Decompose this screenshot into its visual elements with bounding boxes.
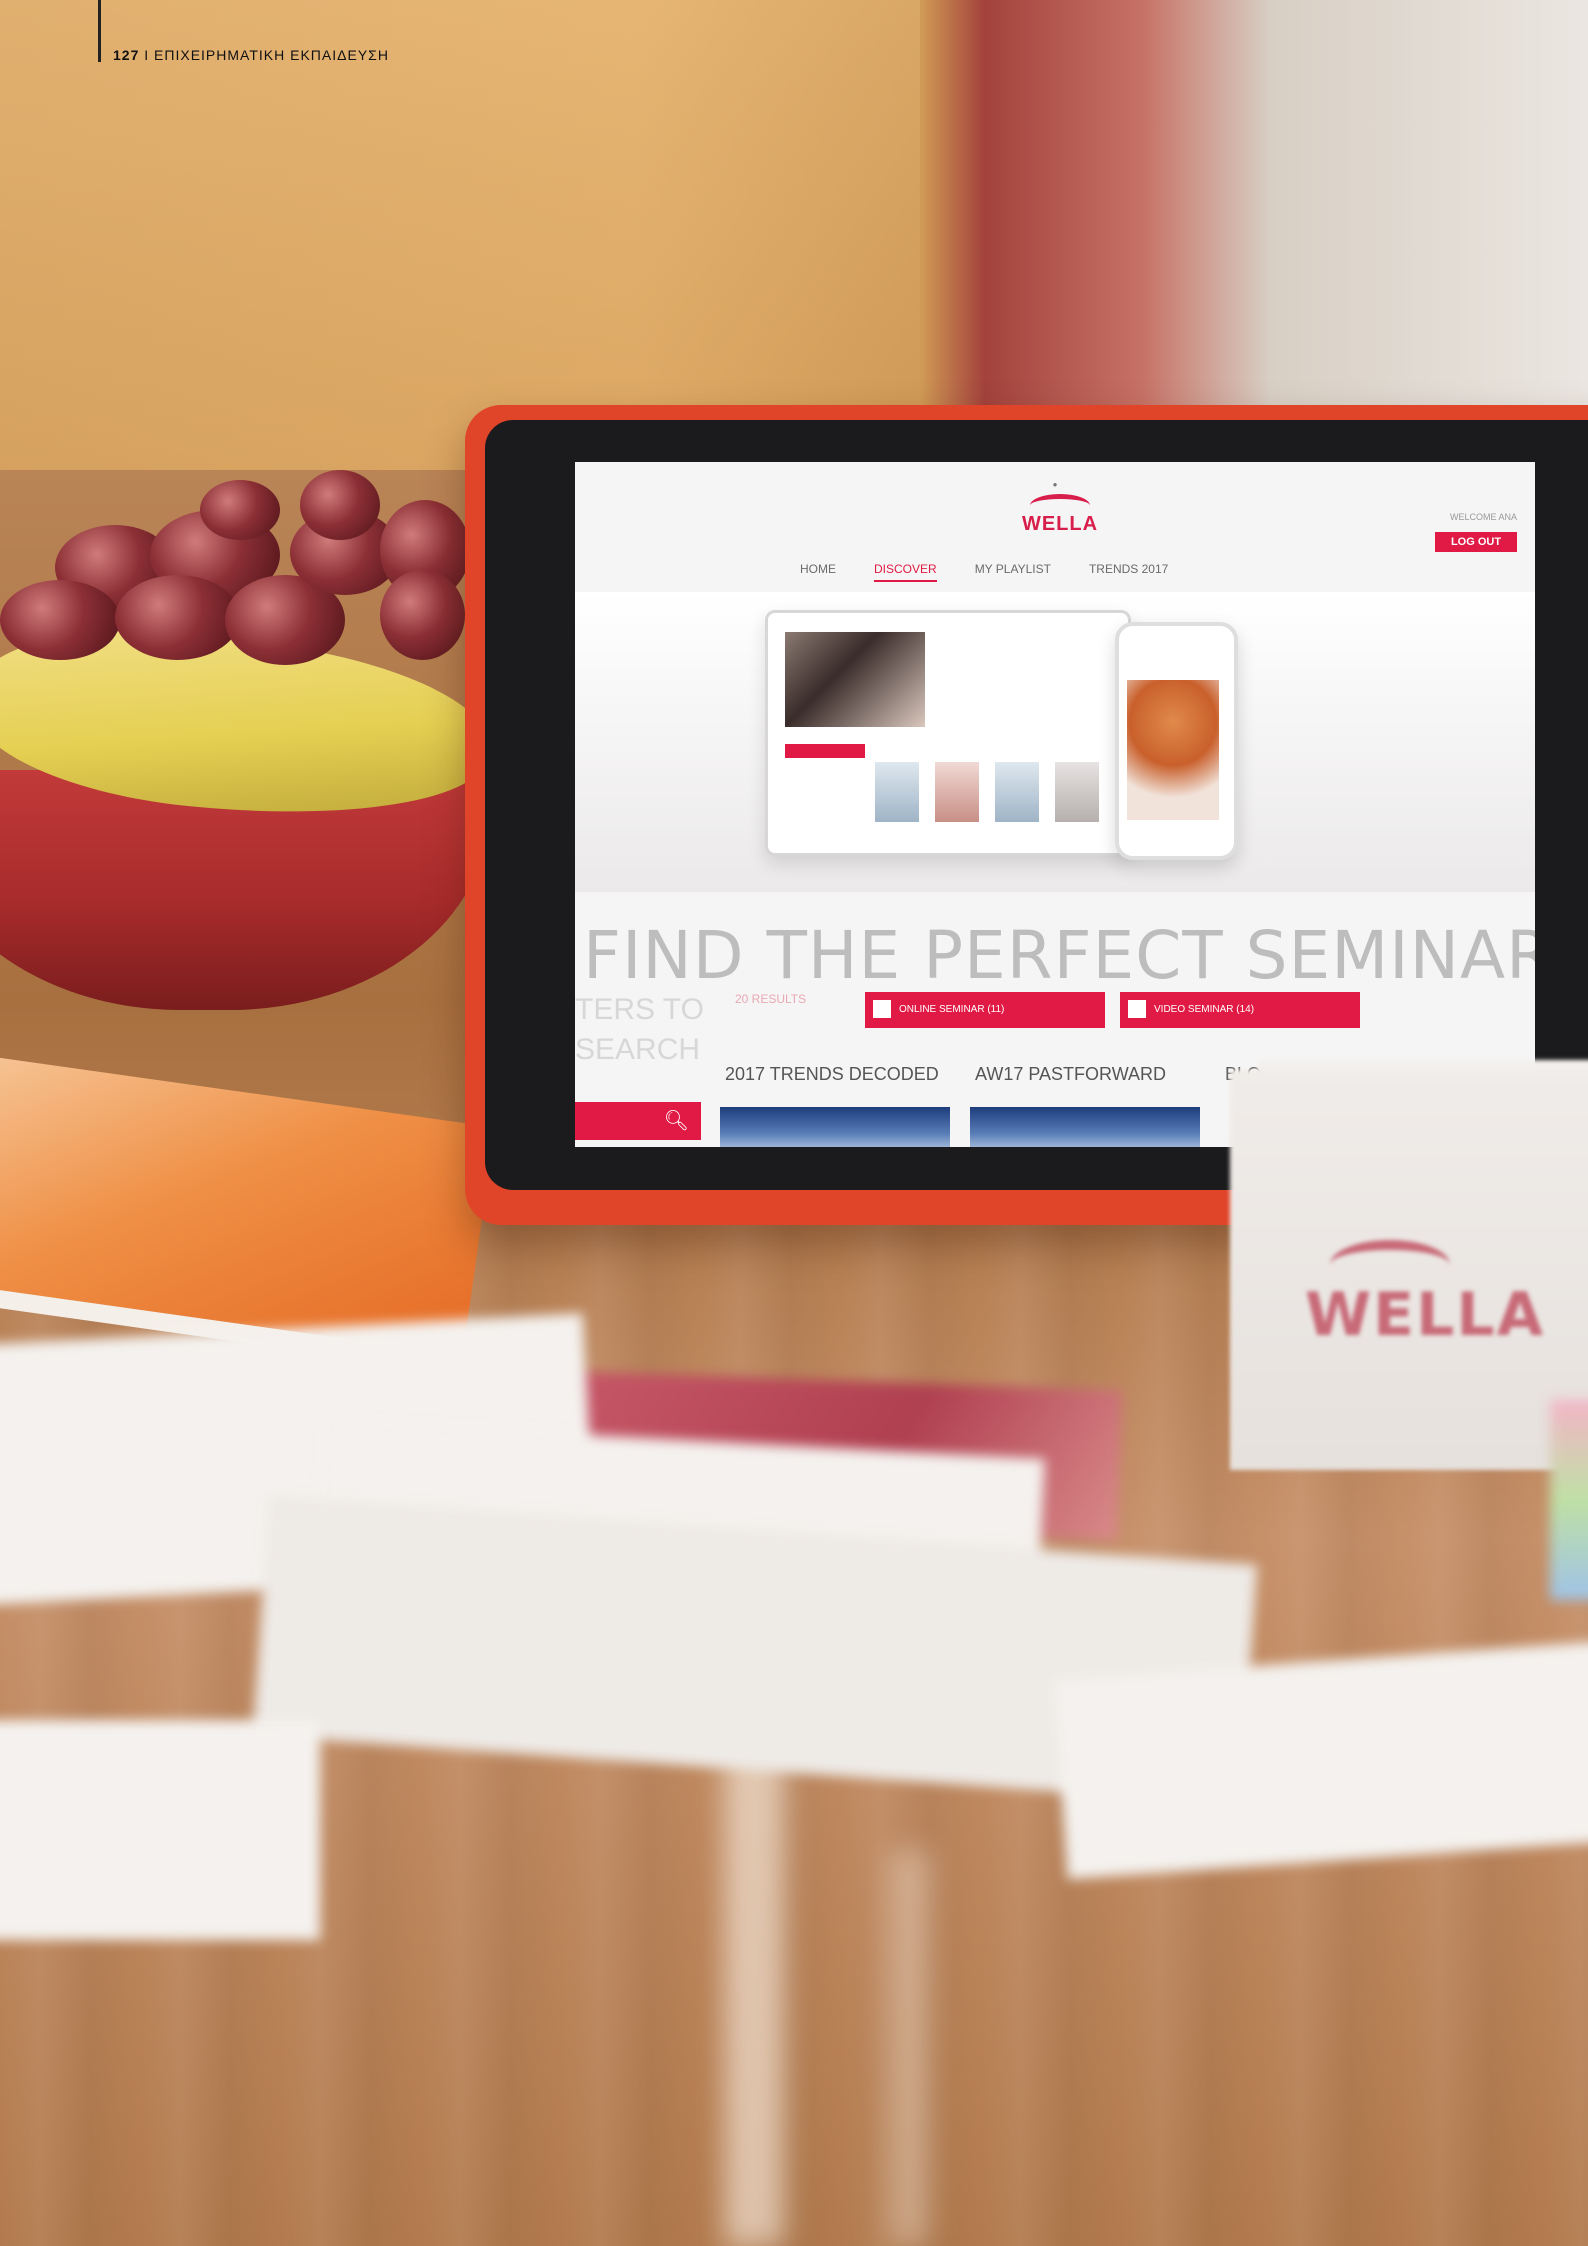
color-swatch-strip	[1550, 1400, 1588, 1600]
blurred-paper	[1053, 1640, 1588, 1880]
filter-video-label: VIDEO SEMINAR (14)	[1154, 1004, 1255, 1015]
grape	[300, 470, 380, 540]
page-header: 127 I ΕΠΙΧΕΙΡΗΜΑΤΙΚΗ ΕΚΠΑΙΔΕΥΣΗ	[113, 47, 389, 63]
header-separator: I	[144, 47, 150, 63]
box-logo: WELLA	[1305, 1280, 1546, 1350]
search-button[interactable]: 🔍︎	[575, 1102, 701, 1140]
trend-thumbnail[interactable]	[970, 1107, 1200, 1147]
blurred-paper	[0, 1720, 320, 1940]
main-nav: HOME DISCOVER MY PLAYLIST TRENDS 2017	[800, 562, 1168, 582]
table-reflection-2	[890, 1850, 930, 2246]
laptop-product	[875, 762, 919, 822]
url-bar: ●	[1052, 480, 1058, 489]
photo-scene: ● WELLA WELCOME ANA LOG OUT HOME DISCOVE…	[0, 0, 1588, 2246]
nav-home[interactable]: HOME	[800, 562, 836, 582]
checkbox-icon[interactable]	[1128, 1000, 1146, 1019]
nav-trends-2017[interactable]: TRENDS 2017	[1089, 562, 1168, 582]
filters-label-line-2: SEARCH	[575, 1033, 701, 1066]
trend-title[interactable]: 2017 TRENDS DECODED	[725, 1064, 939, 1085]
grape	[0, 580, 120, 660]
nav-my-playlist[interactable]: MY PLAYLIST	[975, 562, 1051, 582]
brand-name: WELLA	[1021, 513, 1099, 535]
laptop-product	[1055, 762, 1099, 822]
wella-logo: WELLA	[1005, 494, 1115, 536]
filters-label: TERS TO SEARCH	[575, 990, 704, 1070]
page-number: 127	[113, 47, 140, 63]
results-count: 20 RESULTS	[735, 992, 807, 1006]
section-title: ΕΠΙΧΕΙΡΗΜΑΤΙΚΗ ΕΚΠΑΙΔΕΥΣΗ	[154, 47, 389, 63]
header-rule	[98, 0, 101, 62]
filter-video-seminar[interactable]: VIDEO SEMINAR (14)	[1120, 992, 1360, 1028]
tablet-screen: ● WELLA WELCOME ANA LOG OUT HOME DISCOVE…	[575, 462, 1535, 1147]
grape	[115, 575, 240, 660]
filters-label-line-1: TERS TO	[575, 993, 704, 1026]
headline: FIND THE PERFECT SEMINAR	[583, 917, 1535, 994]
filter-online-seminar[interactable]: ONLINE SEMINAR (11)	[865, 992, 1105, 1028]
laptop-product	[935, 762, 979, 822]
welcome-text: WELCOME ANA	[1449, 512, 1517, 522]
laptop-photo	[785, 632, 925, 727]
laptop-bar	[785, 744, 865, 758]
phone-photo	[1127, 680, 1219, 820]
nav-discover[interactable]: DISCOVER	[874, 562, 937, 582]
laptop-product	[995, 762, 1039, 822]
checkbox-icon[interactable]	[873, 1000, 891, 1019]
search-icon: 🔍︎	[663, 1110, 689, 1132]
grape	[380, 570, 465, 660]
trend-thumbnail[interactable]	[720, 1107, 950, 1147]
logout-button[interactable]: LOG OUT	[1435, 532, 1517, 552]
filter-online-label: ONLINE SEMINAR (11)	[899, 1004, 1005, 1015]
trend-title[interactable]: AW17 PASTFORWARD	[975, 1064, 1166, 1085]
table-reflection	[725, 1740, 785, 2246]
grape	[200, 480, 280, 540]
